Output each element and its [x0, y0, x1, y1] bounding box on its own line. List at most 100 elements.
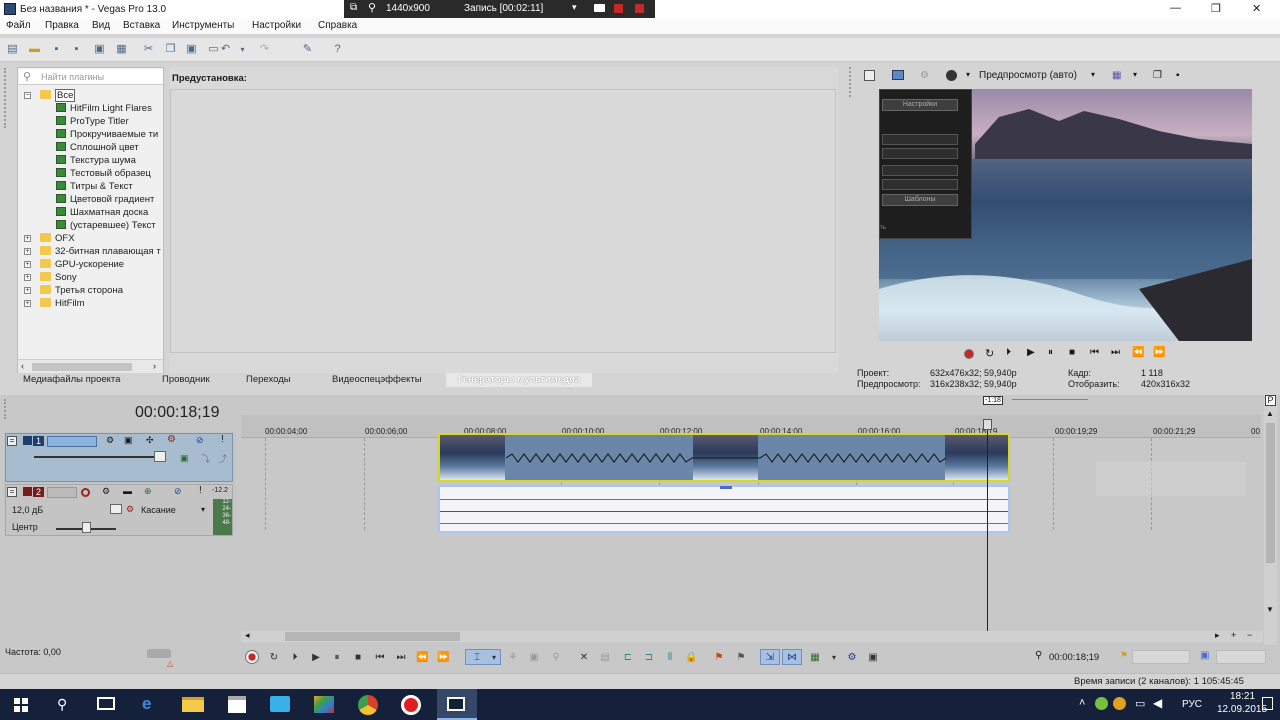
opacity-slider-thumb[interactable] — [154, 451, 166, 462]
menu-tools[interactable]: Инструменты — [172, 20, 234, 31]
lock-icon[interactable]: 🔒 — [685, 652, 697, 664]
scroll-thumb[interactable] — [32, 363, 132, 371]
loop-icon[interactable]: ↻ — [268, 652, 280, 664]
marker-icon[interactable]: ⚑ — [713, 652, 725, 664]
marker-icon[interactable]: P — [1265, 395, 1276, 406]
open-folder-icon[interactable]: ▬ — [28, 43, 41, 56]
automation-settings-icon[interactable]: ⚙ — [126, 504, 134, 515]
split-screen-icon[interactable] — [946, 70, 957, 81]
search-icon[interactable]: ⚲ — [57, 696, 67, 713]
clock-time[interactable]: 18:21 — [1230, 691, 1255, 702]
tree-folder[interactable]: +32-битная плавающая т — [18, 245, 163, 258]
overlay-field[interactable] — [882, 148, 958, 159]
scroll-thumb[interactable] — [1266, 423, 1275, 563]
overlay-templates-button[interactable]: Шаблоны — [882, 194, 958, 206]
edit-tool-icon[interactable]: ⌶ — [471, 652, 483, 664]
minimize-button[interactable]: — — [1170, 2, 1181, 14]
track-name-field[interactable] — [47, 487, 77, 498]
stop-record-button[interactable] — [635, 4, 644, 13]
fx-icon[interactable]: ⚙ — [102, 486, 110, 497]
automation-mode[interactable]: Касание — [141, 505, 176, 515]
chevron-down-icon[interactable]: ▾ — [488, 652, 500, 664]
cursor-position-value[interactable]: 00:00:18;19 — [1049, 652, 1099, 663]
tree-item[interactable]: HitFilm Light Flares — [56, 102, 152, 115]
loop-region-bar[interactable] — [1012, 399, 1088, 400]
tree-item[interactable]: Прокручиваемые ти — [56, 128, 158, 141]
zoom-in-icon[interactable]: + — [1231, 630, 1236, 640]
language-indicator[interactable]: РУС — [1182, 699, 1202, 710]
record-button[interactable] — [245, 650, 259, 664]
pause-icon[interactable]: ⏸ — [331, 652, 343, 664]
prev-frame-icon[interactable]: ⏪ — [416, 652, 428, 664]
tree-item[interactable]: ProType Titler — [56, 115, 129, 128]
plugin-search-field[interactable]: ⚲ Найти плагины — [19, 69, 163, 85]
fx-icon[interactable]: ⚙ — [920, 70, 929, 81]
copy-snapshot-icon[interactable]: ❐ — [1153, 70, 1162, 81]
volume-icon[interactable]: ◀ — [1153, 696, 1162, 710]
undo-icon[interactable]: ↶ — [219, 43, 232, 56]
external-monitor-icon[interactable] — [892, 70, 904, 80]
tree-folder[interactable]: + OFX — [18, 232, 163, 245]
tab-media-generators[interactable]: Генераторы мультимедиа — [446, 373, 593, 387]
chrome-icon[interactable] — [358, 695, 378, 715]
cut-icon[interactable]: ✂ — [142, 43, 155, 56]
trim-icon[interactable]: ▤ — [599, 652, 611, 664]
stop-icon[interactable]: ■ — [352, 652, 364, 664]
save-as-icon[interactable]: ▪ — [70, 43, 83, 56]
solo-icon[interactable]: ! — [199, 485, 202, 496]
chevron-down-icon[interactable]: ▾ — [1133, 70, 1137, 79]
track-name-field[interactable] — [47, 436, 97, 447]
go-to-start-icon[interactable]: ⏮ — [1090, 347, 1099, 358]
snap-icon[interactable]: ⇲ — [764, 652, 776, 664]
pause-record-button[interactable] — [614, 4, 623, 13]
compositing-icon[interactable]: ✣ — [146, 435, 154, 446]
start-icon[interactable] — [14, 698, 28, 712]
input-bus-icon[interactable]: ▬ — [123, 486, 132, 496]
chevron-down-icon[interactable]: ▾ — [1091, 70, 1095, 79]
save-icon[interactable]: ▪ — [50, 43, 63, 56]
tab-explorer[interactable]: Проводник — [162, 373, 210, 387]
tree-item[interactable]: Цветовой градиент — [56, 193, 154, 206]
trim-start-icon[interactable]: ⊏ — [622, 652, 634, 664]
task-view-icon[interactable] — [97, 697, 115, 710]
close-button[interactable]: ✕ — [1252, 2, 1261, 15]
tree-horizontal-scrollbar[interactable]: ‹ › — [18, 359, 163, 373]
search-icon[interactable]: ⚲ — [368, 1, 376, 14]
delete-icon[interactable]: ✕ — [578, 652, 590, 664]
tray-app-icon[interactable] — [1113, 697, 1126, 710]
selection-length-field[interactable] — [1132, 650, 1190, 664]
rate-slider-thumb[interactable] — [147, 649, 171, 658]
tree-item[interactable]: Титры & Текст — [56, 180, 133, 193]
expand-icon[interactable]: + — [24, 274, 31, 281]
selection-tool-icon[interactable]: ▣ — [528, 652, 540, 664]
overlays-icon[interactable]: ▦ — [1112, 70, 1121, 81]
split-icon[interactable]: ⫴ — [664, 652, 676, 664]
fx-icon[interactable]: ⚙ — [106, 435, 114, 446]
file-explorer-icon[interactable] — [182, 697, 204, 712]
camera-icon[interactable] — [594, 4, 605, 12]
app-icon[interactable] — [314, 696, 334, 713]
expand-icon[interactable]: + — [24, 261, 31, 268]
menu-insert[interactable]: Вставка — [123, 20, 160, 31]
snap-icon[interactable]: ✎ — [301, 43, 314, 56]
preset-list[interactable] — [170, 89, 836, 353]
settings-icon[interactable]: ⚙ — [167, 434, 176, 445]
scroll-left-icon[interactable]: ‹ — [21, 361, 24, 371]
properties-icon[interactable]: ▦ — [115, 43, 128, 56]
fade-handle[interactable] — [720, 486, 732, 489]
ignore-grouping-icon[interactable]: ▣ — [867, 652, 879, 664]
menu-file[interactable]: Файл — [6, 20, 31, 31]
overlay-field[interactable] — [882, 165, 958, 176]
mail-icon[interactable] — [270, 696, 290, 712]
cursor-marker[interactable]: -1:18 — [983, 396, 1003, 405]
collapse-icon[interactable]: = — [7, 436, 17, 446]
expand-icon[interactable]: + — [24, 287, 31, 294]
new-file-icon[interactable]: ▤ — [6, 43, 19, 56]
zoom-tool-icon[interactable]: ⚲ — [550, 652, 562, 664]
tray-app-icon[interactable] — [1095, 697, 1108, 710]
window-icon[interactable]: ⧉ — [350, 2, 357, 13]
tab-video-fx[interactable]: Видеоспецэффекты — [332, 373, 422, 387]
scroll-thumb[interactable] — [285, 632, 460, 641]
auto-ripple-icon[interactable]: ▦ — [809, 652, 821, 664]
volume-slider-thumb[interactable] — [110, 504, 122, 514]
